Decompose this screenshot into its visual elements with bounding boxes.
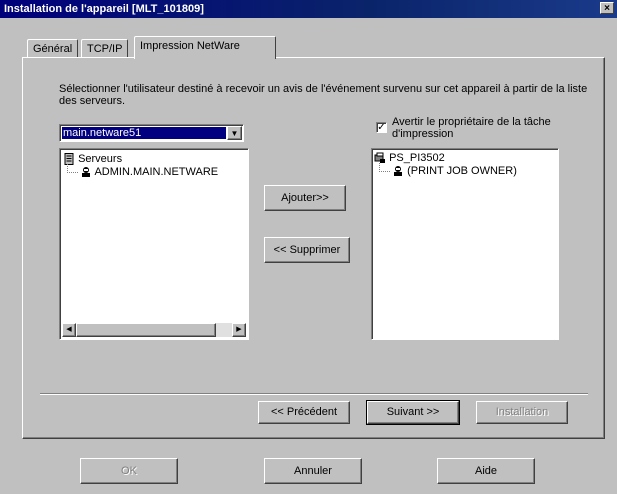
previous-button[interactable]: << Précédent: [258, 401, 350, 424]
cancel-button[interactable]: Annuler: [264, 458, 362, 484]
remove-button[interactable]: << Supprimer: [264, 237, 350, 263]
tree-node-label: Serveurs: [78, 153, 123, 165]
tab-impression-netware[interactable]: Impression NetWare: [134, 36, 276, 59]
add-button[interactable]: Ajouter>>: [264, 185, 346, 211]
tree-node-admin[interactable]: ADMIN.MAIN.NETWARE: [80, 165, 218, 179]
checkmark-icon: ✓: [377, 122, 386, 133]
notify-owner-label: Avertir le propriétaire de la tâche d'im…: [392, 116, 551, 140]
scroll-right-icon[interactable]: ▶: [232, 323, 246, 337]
help-button[interactable]: Aide: [437, 458, 535, 484]
user-icon: [394, 166, 402, 177]
tree-connector: [379, 163, 391, 172]
tree-node-label: ADMIN.MAIN.NETWARE: [94, 166, 219, 178]
server-dropdown[interactable]: main.netware51 ▼: [59, 124, 244, 142]
tree-node-job-owner[interactable]: (PRINT JOB OWNER): [392, 164, 517, 178]
next-button[interactable]: Suivant >>: [366, 400, 460, 425]
tab-general[interactable]: Général: [27, 39, 79, 58]
separator: [40, 393, 588, 395]
instruction-text: Sélectionner l'utilisateur destiné à rec…: [59, 83, 588, 107]
tree-node-label: PS_PI3502: [389, 152, 445, 164]
notify-owner-checkbox[interactable]: ✓: [376, 122, 387, 133]
scrollbar-thumb[interactable]: [76, 323, 216, 337]
servers-tree[interactable]: Serveurs ADMIN.MAIN.NETWARE ◀ ▶: [59, 148, 249, 340]
title-bar: Installation de l'appareil [MLT_101809] …: [0, 0, 617, 18]
scroll-left-icon[interactable]: ◀: [62, 323, 76, 337]
tree-connector: [67, 164, 79, 173]
horizontal-scrollbar[interactable]: ◀ ▶: [62, 323, 246, 337]
ok-button[interactable]: OK: [80, 458, 178, 484]
user-icon: [82, 167, 90, 178]
install-button[interactable]: Installation: [476, 401, 568, 424]
close-button[interactable]: ×: [600, 2, 614, 14]
chevron-down-icon[interactable]: ▼: [227, 126, 242, 140]
window-title: Installation de l'appareil [MLT_101809]: [4, 3, 204, 15]
close-icon: ×: [604, 3, 610, 14]
tab-tcpip[interactable]: TCP/IP: [81, 39, 129, 58]
server-dropdown-value: main.netware51: [62, 127, 226, 139]
tree-node-label: (PRINT JOB OWNER): [407, 165, 517, 177]
recipients-tree[interactable]: PS_PI3502 (PRINT JOB OWNER): [371, 148, 559, 340]
